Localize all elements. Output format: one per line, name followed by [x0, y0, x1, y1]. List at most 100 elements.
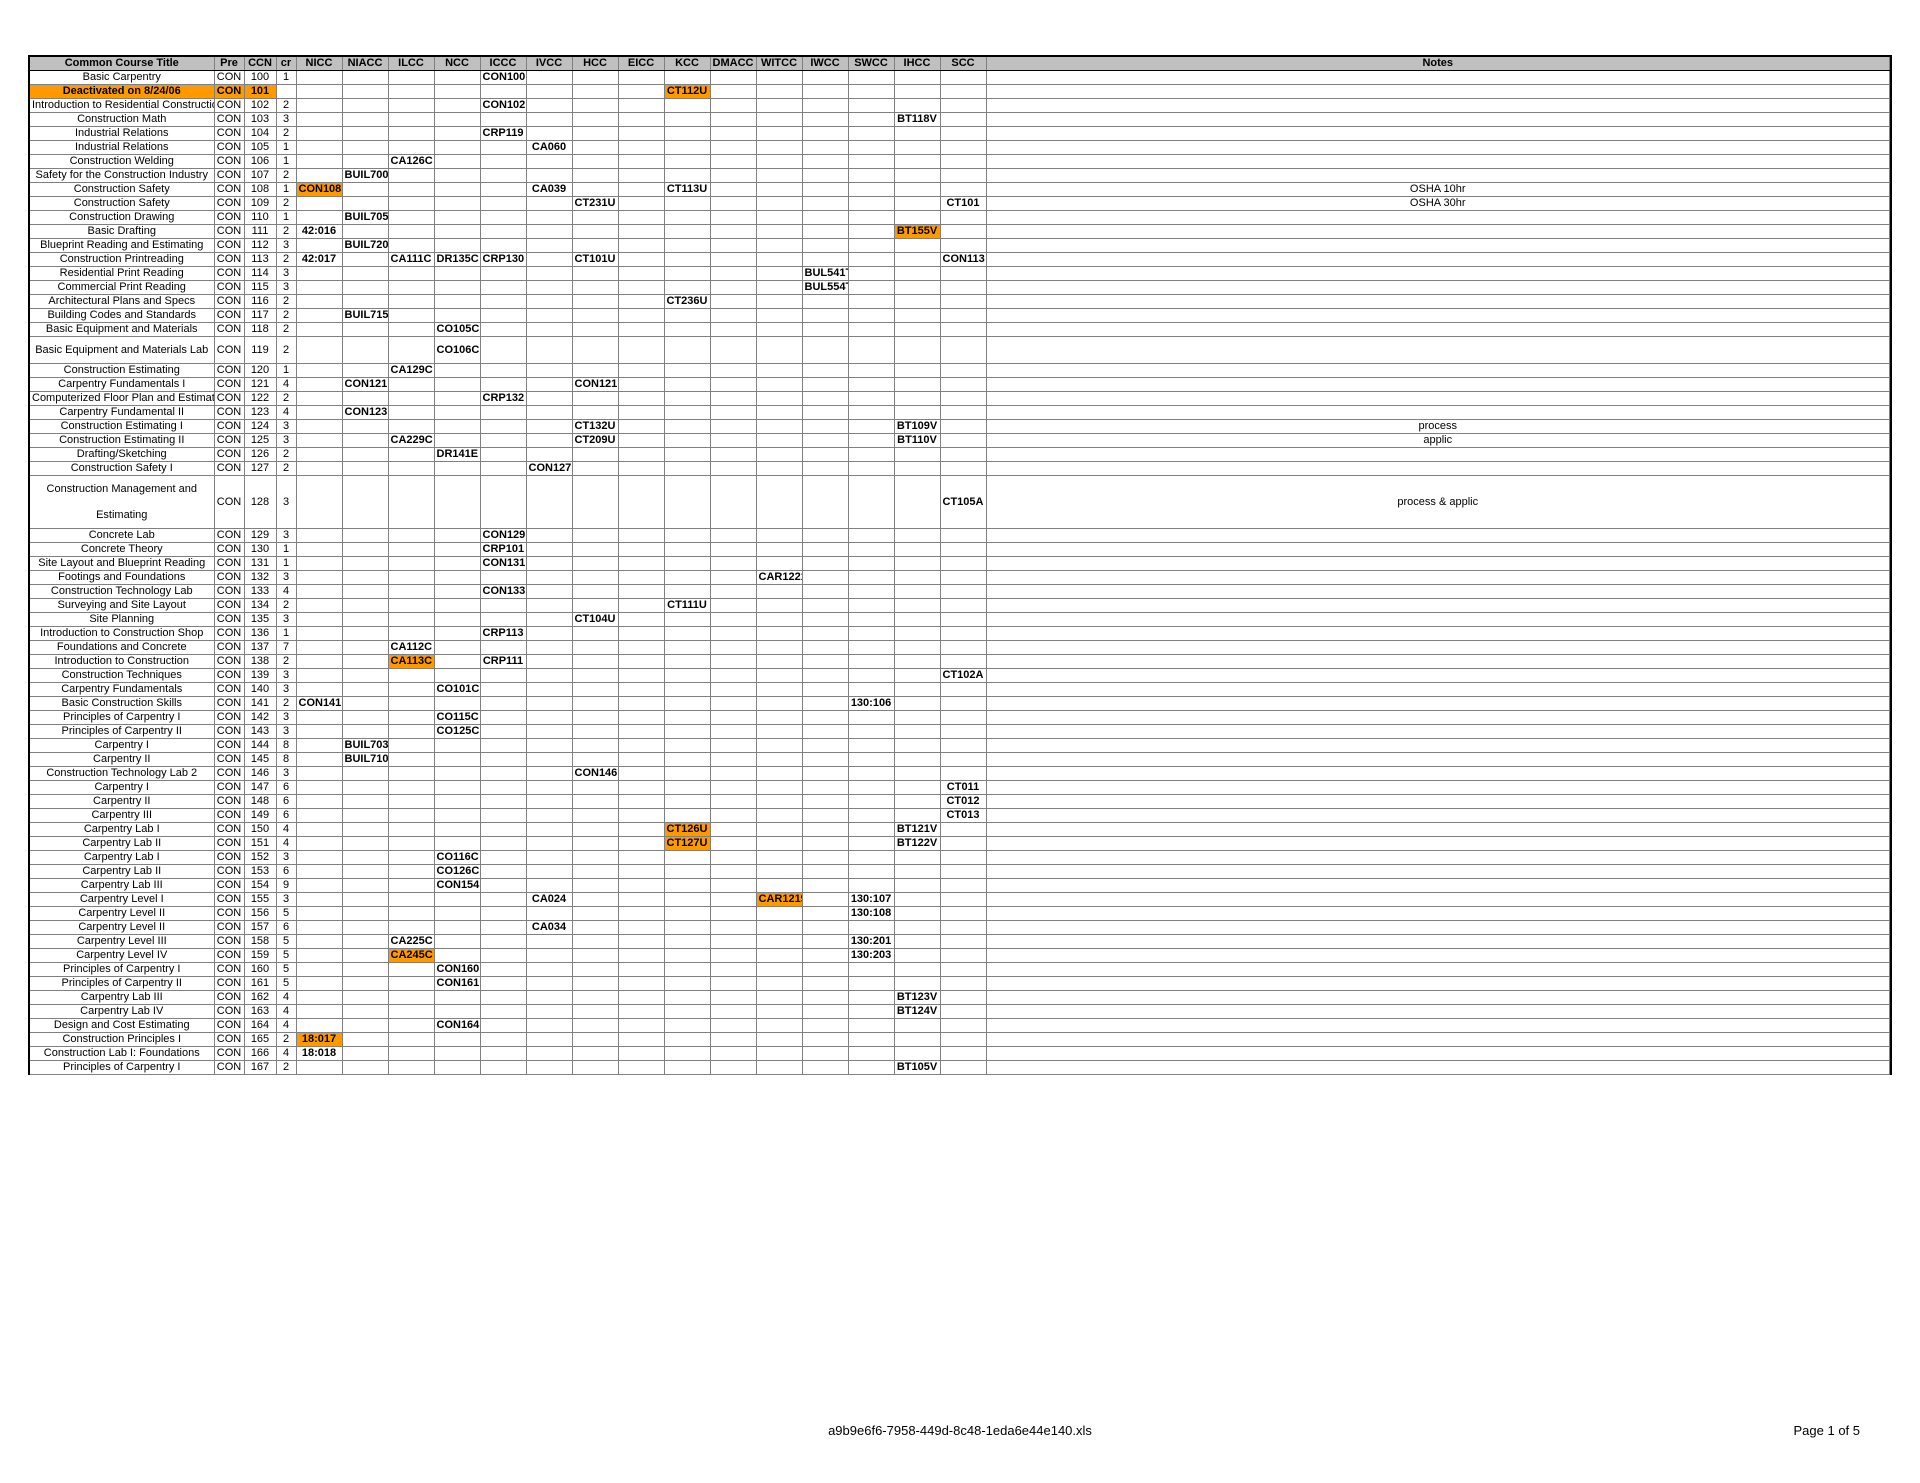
table-row: Concrete LabCON1293CON129: [30, 529, 1890, 543]
cell-iwcc: [802, 795, 848, 809]
cell-pre: CON: [214, 655, 244, 669]
cell-dmacc: [710, 99, 756, 113]
cell-cr: 4: [276, 406, 296, 420]
cell-dmacc: [710, 809, 756, 823]
cell-notes: [986, 99, 1890, 113]
cell-pre: CON: [214, 127, 244, 141]
cell-title: Carpentry Level II: [30, 907, 214, 921]
cell-notes: [986, 767, 1890, 781]
cell-ilcc: [388, 907, 434, 921]
cell-scc: [940, 462, 986, 476]
cell-iccc: [480, 893, 526, 907]
table-row: Carpentry Lab IIICON1624BT123V: [30, 991, 1890, 1005]
cell-kcc: [664, 420, 710, 434]
cell-ihcc: [894, 1047, 940, 1061]
cell-ihcc: BT110V: [894, 434, 940, 448]
cell-ccn: 114: [244, 267, 276, 281]
cell-swcc: [848, 711, 894, 725]
cell-ncc: [434, 613, 480, 627]
cell-cr: 2: [276, 655, 296, 669]
cell-ihcc: [894, 921, 940, 935]
cell-title: Principles of Carpentry I: [30, 711, 214, 725]
cell-swcc: [848, 378, 894, 392]
cell-iccc: [480, 739, 526, 753]
cell-ccn: 100: [244, 71, 276, 85]
cell-title: Construction Technology Lab 2: [30, 767, 214, 781]
cell-scc: [940, 893, 986, 907]
cell-witcc: [756, 921, 802, 935]
cell-niacc: CON123: [342, 406, 388, 420]
cell-witcc: [756, 420, 802, 434]
cell-iwcc: [802, 239, 848, 253]
cell-pre: CON: [214, 309, 244, 323]
cell-cr: 6: [276, 865, 296, 879]
cell-notes: [986, 753, 1890, 767]
cell-hcc: [572, 448, 618, 462]
cell-iwcc: [802, 585, 848, 599]
cell-nicc: [296, 557, 342, 571]
cell-title: Construction Estimating II: [30, 434, 214, 448]
cell-iccc: [480, 267, 526, 281]
cell-ivcc: CON127: [526, 462, 572, 476]
cell-hcc: [572, 599, 618, 613]
cell-ilcc: [388, 99, 434, 113]
cell-hcc: [572, 585, 618, 599]
cell-kcc: [664, 309, 710, 323]
cell-kcc: [664, 323, 710, 337]
cell-scc: [940, 309, 986, 323]
cell-ncc: [434, 197, 480, 211]
column-header: ICCC: [480, 57, 526, 71]
cell-hcc: [572, 323, 618, 337]
cell-ncc: [434, 529, 480, 543]
cell-ihcc: [894, 641, 940, 655]
cell-ihcc: [894, 392, 940, 406]
cell-iccc: [480, 364, 526, 378]
cell-ncc: DR141E: [434, 448, 480, 462]
cell-dmacc: [710, 197, 756, 211]
table-row: Principles of Carpentry ICON1605CON160: [30, 963, 1890, 977]
cell-scc: [940, 935, 986, 949]
cell-cr: 2: [276, 197, 296, 211]
cell-title: Construction Math: [30, 113, 214, 127]
cell-pre: CON: [214, 71, 244, 85]
cell-ivcc: [526, 683, 572, 697]
cell-notes: [986, 1005, 1890, 1019]
cell-ncc: [434, 476, 480, 529]
cell-notes: [986, 725, 1890, 739]
cell-ncc: [434, 420, 480, 434]
cell-hcc: [572, 99, 618, 113]
cell-ivcc: [526, 99, 572, 113]
cell-witcc: [756, 225, 802, 239]
cell-cr: 1: [276, 141, 296, 155]
cell-eicc: [618, 113, 664, 127]
cell-cr: 5: [276, 949, 296, 963]
cell-swcc: [848, 364, 894, 378]
cell-witcc: [756, 364, 802, 378]
cell-witcc: [756, 378, 802, 392]
cell-swcc: [848, 462, 894, 476]
table-row: Footings and FoundationsCON1323CAR1221: [30, 571, 1890, 585]
cell-nicc: [296, 711, 342, 725]
cell-ihcc: [894, 169, 940, 183]
cell-ihcc: [894, 669, 940, 683]
cell-hcc: [572, 406, 618, 420]
cell-iwcc: [802, 1047, 848, 1061]
cell-cr: 5: [276, 935, 296, 949]
cell-hcc: [572, 697, 618, 711]
cell-ccn: 116: [244, 295, 276, 309]
cell-nicc: [296, 323, 342, 337]
cell-niacc: BUIL705: [342, 211, 388, 225]
cell-ilcc: CA111C: [388, 253, 434, 267]
cell-notes: [986, 211, 1890, 225]
cell-ccn: 135: [244, 613, 276, 627]
cell-ccn: 139: [244, 669, 276, 683]
cell-ncc: [434, 1005, 480, 1019]
cell-ihcc: [894, 1019, 940, 1033]
cell-ncc: [434, 113, 480, 127]
cell-notes: [986, 267, 1890, 281]
cell-nicc: [296, 309, 342, 323]
cell-hcc: [572, 627, 618, 641]
cell-ilcc: [388, 767, 434, 781]
cell-swcc: [848, 169, 894, 183]
cell-notes: [986, 309, 1890, 323]
